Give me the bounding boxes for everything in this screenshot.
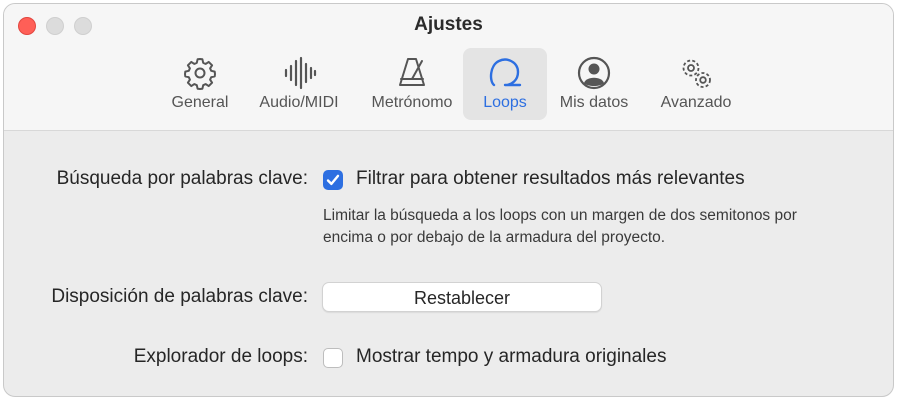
tab-metronome[interactable]: Metrónomo <box>361 48 463 120</box>
settings-window: Ajustes General Audio/MIDI Metrónomo Loo… <box>3 3 894 397</box>
loops-settings-pane: Búsqueda por palabras clave: Filtrar par… <box>4 131 893 396</box>
filter-relevant-checkbox[interactable] <box>323 170 343 190</box>
tab-label: Loops <box>483 94 527 111</box>
tab-advanced[interactable]: Avanzado <box>651 48 741 120</box>
keyword-layout-label: Disposición de palabras clave: <box>51 286 308 307</box>
tab-label: Audio/MIDI <box>259 94 339 111</box>
title-bar: Ajustes General Audio/MIDI Metrónomo Loo… <box>4 4 893 131</box>
settings-toolbar: General Audio/MIDI Metrónomo Loops Mis d… <box>4 48 893 120</box>
waveform-icon <box>279 53 319 93</box>
tab-label: Mis datos <box>559 94 629 111</box>
tab-general[interactable]: General <box>161 48 239 120</box>
checkmark-icon <box>326 174 340 186</box>
tab-my-info[interactable]: Mis datos <box>551 48 637 120</box>
filter-help-text: Limitar la búsqueda a los loops con un m… <box>323 205 863 249</box>
tab-label: Metrónomo <box>371 94 453 111</box>
tab-audio-midi[interactable]: Audio/MIDI <box>251 48 347 120</box>
reset-button[interactable]: Restablecer <box>322 282 602 312</box>
help-line: Limitar la búsqueda a los loops con un m… <box>323 207 797 224</box>
show-original-tempo-checkbox[interactable] <box>323 348 343 368</box>
loop-icon <box>485 53 525 93</box>
tab-loops[interactable]: Loops <box>463 48 547 120</box>
keyword-search-label: Búsqueda por palabras clave: <box>56 168 308 189</box>
metronome-icon <box>392 53 432 93</box>
gear-icon <box>180 53 220 93</box>
loop-browser-label: Explorador de loops: <box>133 346 308 367</box>
window-title: Ajustes <box>414 14 483 35</box>
show-original-tempo-label: Mostrar tempo y armadura originales <box>356 346 667 367</box>
tab-label: Avanzado <box>660 94 732 111</box>
tab-label: General <box>171 94 229 111</box>
person-circle-icon <box>574 53 614 93</box>
filter-relevant-label: Filtrar para obtener resultados más rele… <box>356 168 745 189</box>
help-line: encima o por debajo de la armadura del p… <box>323 229 666 246</box>
gears-icon <box>676 53 716 93</box>
